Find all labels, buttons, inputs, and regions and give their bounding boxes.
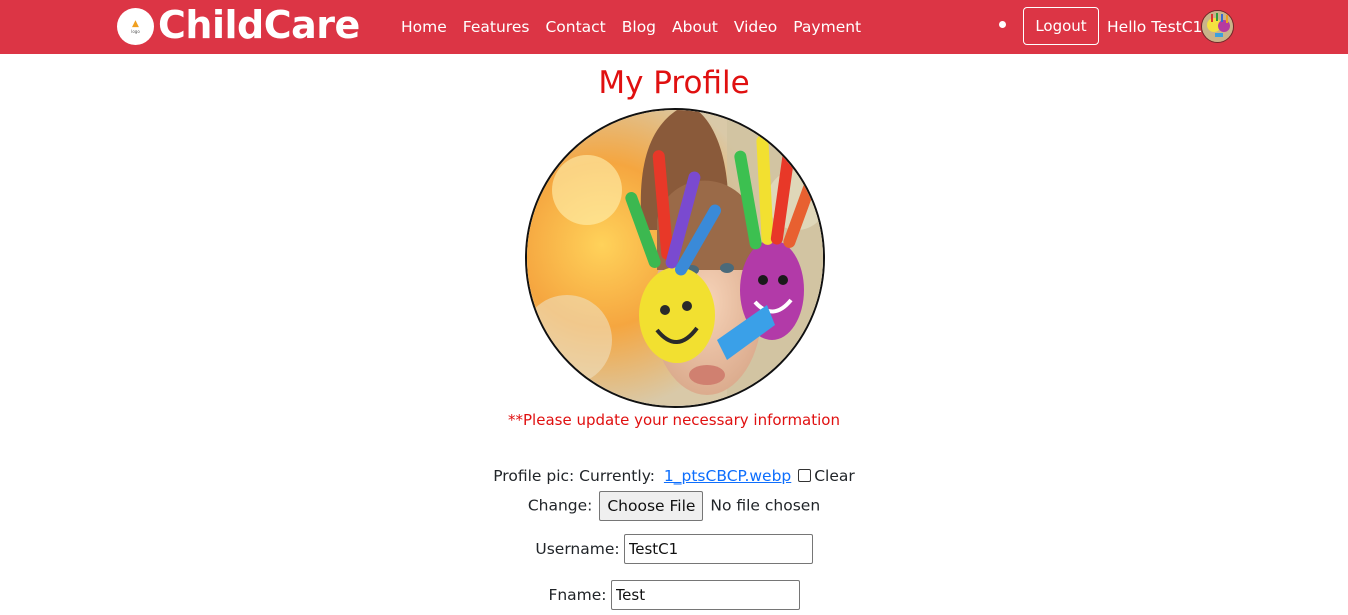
no-file-text: No file chosen [710, 496, 821, 515]
brand-name[interactable]: ChildCare [158, 3, 360, 47]
fname-label: Fname: [548, 586, 607, 604]
profile-pic-row: Profile pic: Currently: 1_ptsCBCP.webp C… [0, 464, 1348, 488]
current-file-link[interactable]: 1_ptsCBCP.webp [664, 467, 791, 485]
username-input[interactable] [623, 534, 813, 564]
childcare-logo-icon: ▲ [132, 19, 139, 29]
avatar[interactable] [1201, 10, 1234, 43]
change-file-row: Change: Choose File No file chosen [0, 491, 1348, 521]
nav-link-blog[interactable]: Blog [614, 15, 664, 39]
username-row: Username: [0, 534, 1348, 564]
nav-link-video[interactable]: Video [726, 15, 785, 39]
navbar: ▲ logo ChildCare Home Features Contact B… [0, 0, 1348, 54]
user-greeting: Hello TestC1 [1107, 18, 1203, 36]
nav-link-features[interactable]: Features [455, 15, 538, 39]
nav-link-home[interactable]: Home [393, 15, 455, 39]
brand-logo[interactable]: ▲ logo [117, 8, 154, 45]
clear-checkbox[interactable] [798, 469, 812, 482]
nav-link-payment[interactable]: Payment [785, 15, 869, 39]
choose-file-button[interactable]: Choose File [599, 491, 704, 521]
nav-link-about[interactable]: About [664, 15, 726, 39]
update-info-note: **Please update your necessary informati… [508, 411, 840, 429]
nav-dot-icon [999, 21, 1006, 28]
fname-input[interactable] [610, 580, 800, 610]
logout-button[interactable]: Logout [1023, 7, 1099, 45]
profile-pic-label: Profile pic: Currently: [493, 467, 655, 485]
change-label: Change: [527, 496, 593, 515]
profile-picture [525, 108, 825, 408]
nav-links: Home Features Contact Blog About Video P… [393, 15, 869, 39]
page-title: My Profile [598, 65, 750, 101]
logo-text: logo [131, 29, 140, 34]
username-label: Username: [535, 540, 620, 558]
clear-label: Clear [814, 467, 855, 485]
nav-link-contact[interactable]: Contact [537, 15, 613, 39]
fname-row: Fname: [0, 580, 1348, 610]
